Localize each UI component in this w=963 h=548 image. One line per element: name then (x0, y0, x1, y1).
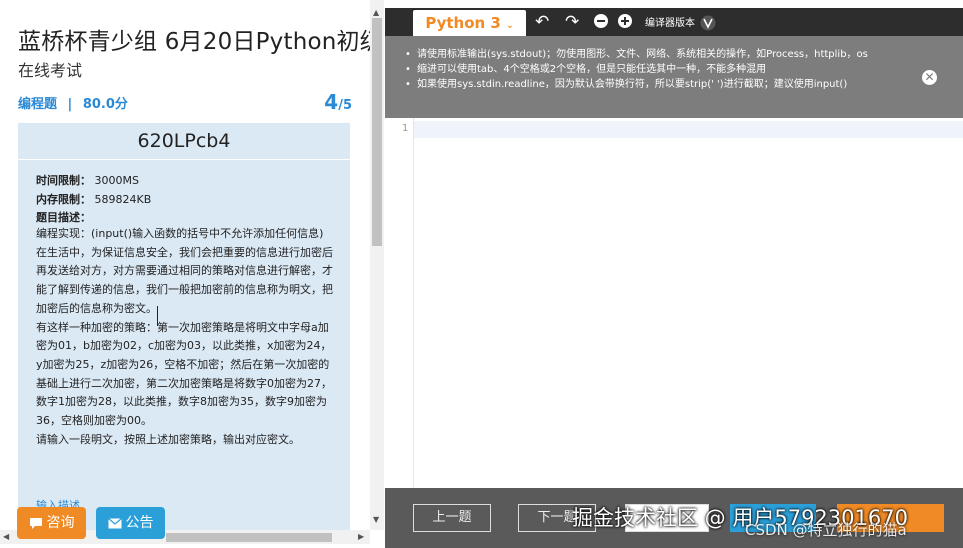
notice-list: 请使用标准输出(sys.stdout)；勿使用图形、文件、网络、系统相关的操作，… (405, 47, 905, 92)
problem-name: 620LPcb4 (137, 130, 231, 152)
line-gutter (385, 118, 414, 488)
zoom-out-icon[interactable] (594, 14, 608, 28)
editor-notice: 请使用标准输出(sys.stdout)；勿使用图形、文件、网络、系统相关的操作，… (385, 36, 963, 118)
language-selector[interactable]: Python 3 ⌄ (413, 10, 526, 36)
notice-item: 缩进可以使用tab、4个空格或2个空格，但是只能任选其中一种，不能多种混用 (405, 62, 905, 77)
question-type: 编程题 (18, 97, 58, 112)
meta-separator: | (67, 97, 73, 112)
scroll-left-icon[interactable]: ◀ (3, 532, 9, 541)
desc-label: 题目描述： (36, 211, 91, 224)
line-number: 1 (402, 123, 409, 134)
consult-label: 咨询 (46, 515, 75, 531)
editor-panel: Python 3 ⌄ ↶ ↷ 编译器版本 请使用标准输出(sys.stdout)… (385, 0, 963, 548)
exam-subtitle: 在线考试 (18, 61, 83, 80)
desc-paragraph: 编程实现：(input()输入函数的括号中不允许添加任何信息) (36, 227, 324, 240)
version-badge-icon (700, 15, 716, 31)
scroll-right-icon[interactable]: ▶ (358, 532, 364, 541)
question-progress: 4/5 (324, 90, 352, 114)
zoom-in-icon[interactable] (618, 14, 632, 28)
mail-icon (107, 517, 122, 528)
memory-limit-row: 内存限制： 589824KB (36, 191, 151, 207)
time-limit-row: 时间限制： 3000MS (36, 172, 139, 188)
left-vertical-scroll-thumb[interactable] (372, 18, 382, 246)
watermark-secondary: CSDN @特立独行的猫a (745, 521, 907, 539)
desc-paragraph: 请输入一段明文，按照上述加密策略，输出对应密文。 (36, 432, 300, 446)
notice-button[interactable]: 公告 (96, 507, 165, 539)
chat-icon (29, 517, 42, 529)
compiler-version-button[interactable]: 编译器版本 (645, 14, 716, 31)
question-meta: 编程题 | 80.0分 (18, 93, 128, 112)
notice-label: 公告 (125, 515, 154, 531)
code-editor-current-line[interactable] (414, 121, 963, 138)
undo-icon[interactable]: ↶ (535, 12, 549, 32)
problem-panel: 蓝桥杯青少组 6月20日Python初级 在线考试 编程题 | 80.0分 4/… (0, 0, 370, 548)
close-icon[interactable]: ✕ (922, 70, 937, 85)
exam-title: 蓝桥杯青少组 6月20日Python初级 (18, 29, 370, 55)
desc-paragraph: 有这样一种加密的策略：第一次加密策略是将明文中字母a加密为01，b加密为02，c… (36, 320, 332, 428)
desc-label-row: 题目描述： (36, 209, 91, 225)
time-limit-label: 时间限制： (36, 174, 91, 187)
total-questions: /5 (338, 98, 352, 113)
language-label: Python 3 (425, 14, 501, 32)
memory-limit-label: 内存限制： (36, 193, 91, 206)
desc-paragraph: 在生活中，为保证信息安全，我们会把重要的信息进行加密后再发送给对方，对方需要通过… (36, 245, 333, 315)
chevron-down-icon: ⌄ (506, 21, 514, 31)
notice-item: 如果使用sys.stdin.readline，因为默认会带换行符，所以要stri… (405, 77, 905, 92)
text-cursor (157, 306, 158, 326)
divider (18, 159, 350, 160)
question-score: 80.0分 (82, 97, 128, 112)
current-question: 4 (324, 90, 339, 114)
scroll-up-icon[interactable]: ▲ (373, 8, 379, 17)
left-horizontal-scroll-thumb[interactable] (166, 533, 332, 542)
problem-description: 编程实现：(input()输入函数的括号中不允许添加任何信息) 在生活中，为保证… (36, 225, 336, 449)
time-limit-value: 3000MS (94, 174, 139, 187)
scroll-down-icon[interactable]: ▼ (373, 515, 379, 524)
problem-box: 620LPcb4 时间限制： 3000MS 内存限制： 589824KB 题目描… (18, 123, 350, 533)
code-editor[interactable] (414, 138, 963, 488)
consult-button[interactable]: 咨询 (17, 507, 86, 539)
prev-question-button[interactable]: 上一题 (413, 504, 491, 532)
compiler-version-label: 编译器版本 (645, 18, 695, 29)
notice-item: 请使用标准输出(sys.stdout)；勿使用图形、文件、网络、系统相关的操作，… (405, 47, 905, 62)
memory-limit-value: 589824KB (94, 193, 152, 206)
redo-icon[interactable]: ↷ (565, 12, 579, 32)
